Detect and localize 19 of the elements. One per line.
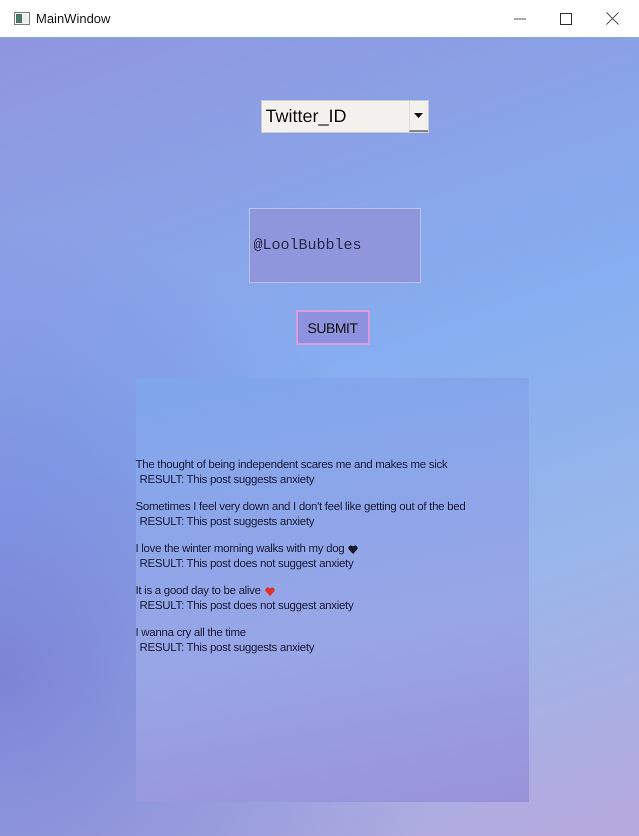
submit-button[interactable]: SUBMIT [296, 310, 370, 345]
post-text: The thought of being independent scares me and makes me sick [136, 458, 448, 473]
result-text: RESULT: This post suggests anxiety [138, 515, 316, 530]
post-text: Sometimes I feel very down and I don't feel like getting out of the bed [136, 500, 466, 515]
caret-icon [414, 113, 423, 118]
source-dropdown[interactable]: Twitter_ID [260, 100, 428, 133]
post-text: I wanna cry all the time [136, 626, 246, 641]
post-text: It is a good day to be alive [136, 584, 261, 599]
result-text: RESULT: This post suggests anxiety [138, 641, 316, 656]
close-icon[interactable] [606, 12, 618, 25]
minimize-icon[interactable] [514, 18, 526, 20]
result-text: RESULT: This post does not suggest anxiety [138, 557, 354, 572]
maximize-icon[interactable] [560, 12, 572, 24]
result-text: RESULT: This post does not suggest anxiety [138, 599, 354, 614]
app-icon [14, 12, 30, 25]
result-text: RESULT: This post suggests anxiety [138, 473, 316, 488]
post-text: I love the winter morning walks with my dog [136, 542, 344, 557]
handle-field[interactable]: @LoolBubbles [248, 208, 420, 283]
window-title: MainWindow [36, 11, 112, 26]
